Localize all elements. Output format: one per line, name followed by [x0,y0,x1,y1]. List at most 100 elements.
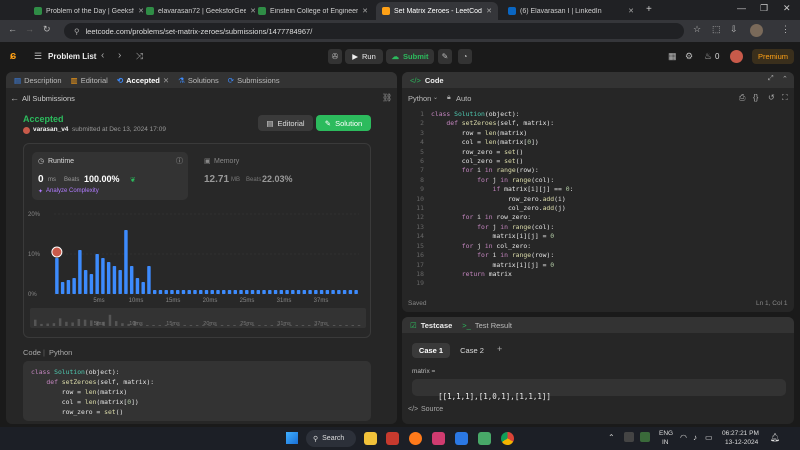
maximize-icon[interactable]: ❐ [760,3,768,14]
auto-label[interactable]: Auto [456,94,471,103]
volume-icon[interactable]: ♪ [693,433,697,442]
format-braces-icon[interactable]: {} [753,93,758,102]
debug-icon[interactable]: ✇ [328,49,342,64]
back-icon[interactable]: ← [8,24,17,34]
bookmark-icon[interactable]: ⎙ [739,93,745,103]
extensions-icon[interactable]: ⬚ [712,24,721,35]
left-tab-accepted[interactable]: ⟲ Accepted ✕ [117,76,169,85]
clock-date[interactable]: 13-12-2024 [725,439,758,446]
back-arrow-icon[interactable]: ← [10,93,19,103]
layout-icon[interactable]: ▦ [668,51,677,62]
next-problem-icon[interactable]: › [118,50,121,61]
profile-avatar[interactable] [750,24,763,37]
testcase-tab[interactable]: Testcase [421,321,453,330]
browser-tab[interactable]: Problem of the Day | GeeksforG✕ [28,2,150,20]
store-app-icon[interactable] [478,432,491,445]
tray-app-2-icon[interactable] [640,432,650,442]
run-button[interactable]: ▶ Run [345,49,383,64]
code-editor[interactable]: class Solution(object): def setZeroes(se… [431,110,786,289]
solution-button[interactable]: ✎ Solution [316,115,371,131]
chart-bar [331,290,335,294]
media-app-icon[interactable] [432,432,445,445]
test-result-tab[interactable]: Test Result [475,321,512,330]
expand-icon[interactable]: ⤢ [768,75,774,83]
analyze-complexity-link[interactable]: Analyze Complexity [46,188,99,194]
all-submissions-link[interactable]: All Submissions [22,94,75,103]
runtime-value: 0 [38,174,44,185]
tab-close-icon[interactable]: ✕ [163,76,169,85]
chart-bar [135,278,140,294]
premium-button[interactable]: Premium [752,49,794,64]
download-icon[interactable]: ⇩ [730,24,738,35]
shuffle-icon[interactable]: ⤨ [136,51,143,62]
left-tab-solutions[interactable]: ⚗ Solutions [178,76,219,85]
chrome-menu-icon[interactable]: ⋮ [781,24,790,35]
taskbar-search[interactable]: ⚲ Search [306,430,356,447]
tab-close-icon[interactable]: ✕ [362,7,368,15]
region-indicator[interactable]: IN [662,439,669,446]
left-tab-description[interactable]: ▤ Description [14,76,62,85]
tray-app-icon[interactable] [624,432,634,442]
browser-tab[interactable]: elavarasan72 | GeeksforGeeks |✕ [140,2,262,20]
chrome-icon[interactable] [501,432,514,445]
minimize-icon[interactable]: — [737,3,746,13]
memory-card[interactable]: ▣ Memory 12.71 MB Beats 22.03% [200,152,360,200]
browser-tab[interactable]: Einstein College of Engineering ✕ [252,2,374,20]
windows-start-icon[interactable] [286,432,298,444]
tab-favicon-icon [382,7,390,15]
site-info-icon[interactable]: ⚲ [74,27,80,36]
user-avatar[interactable] [730,50,743,63]
problem-list-icon[interactable]: ☰ [34,51,42,62]
submit-button[interactable]: ☁ Submit [386,49,434,64]
wifi-icon[interactable]: ◠ [680,433,687,442]
leetcode-logo-icon[interactable]: ɕ [10,50,22,64]
editor-code-line: def setZeroes(self, matrix): [446,119,555,128]
chart-bar [302,290,307,294]
close-window-icon[interactable]: ✕ [783,3,791,14]
browser-tab[interactable]: Set Matrix Zeroes - LeetCode ✕ [376,2,498,20]
language-indicator[interactable]: ENG [659,430,673,437]
clock-time[interactable]: 06:27:21 PM [722,430,759,437]
case-2-tab[interactable]: Case 2 [453,343,491,358]
submitter-name[interactable]: varasan_v4 [33,126,68,133]
runtime-card[interactable]: ◷ Runtime ⓘ 0 ms Beats 100.00% ❦ ✦ Analy… [32,152,188,200]
dropbox-icon[interactable] [455,432,468,445]
url-input[interactable]: ⚲ leetcode.com/problems/set-matrix-zeroe… [64,23,684,39]
chart-bar [239,290,243,294]
language-select[interactable]: Python [408,94,431,103]
case-1-tab[interactable]: Case 1 [412,343,450,358]
forward-icon[interactable]: → [25,24,34,34]
problem-list-link[interactable]: Problem List [48,52,96,61]
office-app-icon[interactable] [386,432,399,445]
timer-icon[interactable]: ◔ [458,49,472,64]
battery-icon[interactable]: ▭ [705,433,713,442]
collapse-icon[interactable]: ⌃ [782,75,788,83]
overview-tick-label: 20ms [203,321,217,327]
tab-close-icon[interactable]: ✕ [628,7,634,15]
reload-icon[interactable]: ↻ [43,24,51,35]
browser-tab[interactable]: (6) Elavarasan I | LinkedIn ✕ [502,2,640,20]
add-case-icon[interactable]: + [497,344,502,354]
file-explorer-icon[interactable] [364,432,377,445]
source-link[interactable]: Source [421,406,443,413]
bookmark-star-icon[interactable]: ☆ [693,24,701,35]
info-icon[interactable]: ⓘ [176,156,183,166]
left-tab-editorial[interactable]: ▥ Editorial [71,76,108,85]
tab-close-icon[interactable]: ✕ [486,7,492,15]
prev-problem-icon[interactable]: ‹ [101,50,104,61]
reset-icon[interactable]: ↺ [768,93,775,102]
firefox-icon[interactable] [409,432,422,445]
streak-fire-icon[interactable]: ♨ [704,51,712,62]
editorial-button[interactable]: ▤ Editorial [258,115,313,131]
matrix-input[interactable]: [[1,1,1],[1,0,1],[1,1,1]] [412,379,786,401]
tray-chevron-icon[interactable]: ⌃ [608,433,615,442]
chart-bar [106,262,111,294]
settings-gear-icon[interactable]: ⚙ [685,51,693,62]
fullscreen-icon[interactable]: ⛶ [782,93,788,103]
notes-icon[interactable]: ✎ [438,49,452,64]
runtime-distribution-chart[interactable]: 20% 10% 0% 5ms 10ms 15ms 20ms 25ms 31ms 37ms 5ms 10… [24,204,372,339]
new-tab-icon[interactable]: + [646,4,652,15]
left-tab-submissions[interactable]: ⟳ Submissions [228,76,280,85]
notification-bell-icon[interactable]: 🔔︎ [770,433,780,442]
share-link-icon[interactable]: ⛓ [382,93,392,102]
